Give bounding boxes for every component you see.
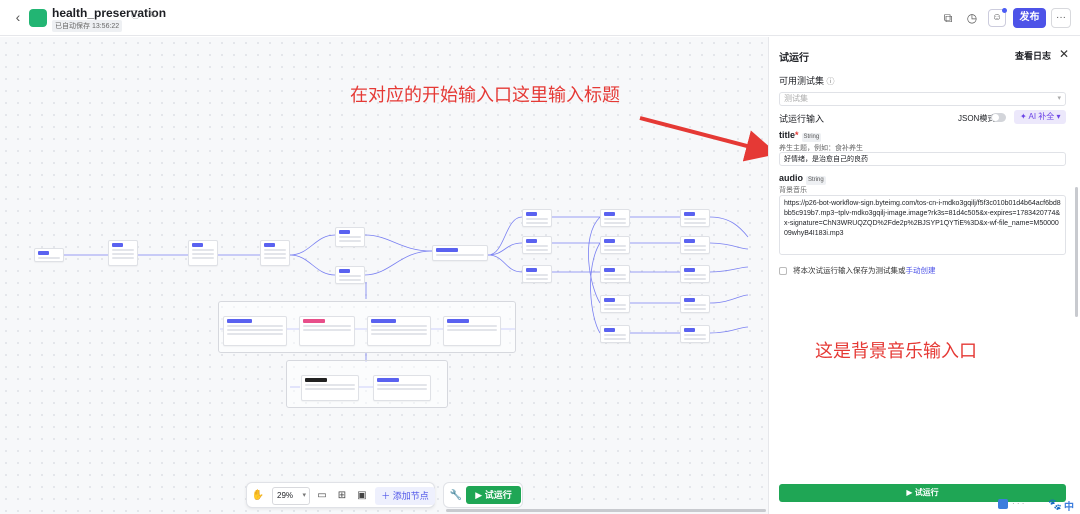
ime-indicator: · · · 🐾 中 bbox=[998, 497, 1080, 514]
manual-create-link[interactable]: 手动创建 bbox=[906, 266, 936, 275]
test-set-select[interactable]: 测试集 ▾ bbox=[779, 92, 1066, 106]
workflow-node[interactable] bbox=[301, 375, 359, 401]
workflow-node[interactable] bbox=[367, 316, 431, 346]
workflow-node[interactable] bbox=[108, 240, 138, 266]
workflow-node[interactable] bbox=[373, 375, 431, 401]
workflow-node[interactable] bbox=[522, 265, 552, 283]
canvas-toolbar: ✋ 29% ▾ ▭ ⊞ ▣ ＋ 添加节点 bbox=[246, 482, 435, 508]
test-run-panel: 试运行 查看日志 ✕ 可用测试集 ⓘ 测试集 ▾ 试运行输入 JSON模式 ✦ A… bbox=[768, 37, 1080, 514]
wrench-icon[interactable]: 🔧 bbox=[449, 489, 463, 503]
chevron-down-icon: ▾ bbox=[302, 492, 306, 499]
annotation-title-input: 在对应的开始输入口这里输入标题 bbox=[350, 85, 620, 105]
ime-logo-icon bbox=[998, 499, 1008, 509]
audio-name-text: audio bbox=[779, 173, 803, 183]
workflow-node[interactable] bbox=[600, 209, 630, 227]
ime-paw-icon: 🐾 bbox=[1048, 499, 1062, 511]
workflow-node[interactable] bbox=[443, 316, 501, 346]
workflow-node[interactable] bbox=[223, 316, 287, 346]
title-type-tag: String bbox=[801, 133, 822, 142]
close-icon[interactable]: ✕ bbox=[1059, 47, 1069, 61]
workflow-node[interactable] bbox=[335, 266, 365, 284]
workflow-node[interactable] bbox=[335, 227, 365, 247]
layout-icon[interactable]: ⊞ bbox=[335, 489, 349, 503]
test-set-label-text: 可用测试集 bbox=[779, 76, 825, 86]
save-as-test-set-checkbox[interactable] bbox=[779, 267, 787, 276]
copy-icon[interactable]: ⧉ bbox=[941, 11, 955, 25]
annotation-audio-input-text: 这是背景音乐输入口 bbox=[815, 341, 977, 361]
test-run-label: 试运行 bbox=[484, 490, 512, 500]
canvas-scrollbar[interactable] bbox=[446, 509, 766, 512]
audio-hint: 背景音乐 bbox=[779, 187, 807, 194]
workflow-node[interactable] bbox=[432, 245, 488, 261]
save-as-test-set-row: 将本次试运行输入保存为测试集或手动创建 bbox=[779, 265, 936, 276]
run-input-label: 试运行输入 bbox=[779, 114, 825, 124]
audio-input[interactable]: https://p26-bot-workflow-sign.byteimg.co… bbox=[779, 195, 1066, 255]
pointer-mode-icon[interactable]: ✋ bbox=[251, 489, 265, 503]
view-log-button[interactable]: 查看日志 bbox=[1015, 49, 1051, 62]
workflow-canvas[interactable]: 在对应的开始输入口这里输入标题 bbox=[0, 37, 768, 514]
publish-button[interactable]: 发布 bbox=[1013, 8, 1046, 28]
app-logo-icon bbox=[29, 9, 47, 27]
workflow-node[interactable] bbox=[299, 316, 355, 346]
ai-fill-label: AI 补全 bbox=[1028, 112, 1055, 121]
audio-type-tag: String bbox=[806, 176, 826, 185]
workflow-node[interactable] bbox=[522, 209, 552, 227]
top-bar: ‹ health_preservation ⓘ ✎ 已自动保存 13:56:22… bbox=[0, 0, 1080, 36]
workflow-node[interactable] bbox=[522, 236, 552, 254]
collaborators-icon[interactable]: ☺ bbox=[988, 8, 1007, 27]
test-run-button[interactable]: ▶ 试运行 bbox=[466, 486, 521, 504]
test-set-label: 可用测试集 ⓘ bbox=[779, 74, 835, 87]
workflow-node[interactable] bbox=[680, 265, 710, 283]
notification-dot bbox=[1002, 8, 1007, 13]
workflow-node[interactable] bbox=[600, 265, 630, 283]
json-mode-label: JSON模式 bbox=[958, 114, 996, 123]
workflow-node[interactable] bbox=[188, 240, 218, 266]
history-icon[interactable]: ◷ bbox=[965, 11, 979, 25]
ime-lang-label[interactable]: 中 bbox=[1064, 498, 1074, 513]
workflow-node[interactable] bbox=[600, 325, 630, 343]
workflow-node[interactable] bbox=[680, 209, 710, 227]
run-toolbar: 🔧 ▶ 试运行 bbox=[443, 482, 523, 508]
ime-toolbar-icons: · · · bbox=[1012, 499, 1025, 508]
loop-group[interactable] bbox=[218, 301, 516, 353]
workflow-node[interactable] bbox=[600, 295, 630, 313]
json-mode-toggle[interactable] bbox=[991, 113, 1006, 122]
add-node-label: 添加节点 bbox=[392, 491, 429, 501]
panel-scrollbar[interactable] bbox=[1075, 187, 1078, 317]
batch-group[interactable] bbox=[286, 360, 448, 408]
more-button[interactable]: ··· bbox=[1051, 8, 1071, 28]
workflow-node[interactable] bbox=[260, 240, 290, 266]
comment-icon[interactable]: ▭ bbox=[315, 489, 329, 503]
minimap-icon[interactable]: ▣ bbox=[355, 489, 369, 503]
zoom-select[interactable]: 29% ▾ bbox=[272, 487, 310, 505]
workflow-node[interactable] bbox=[600, 236, 630, 254]
ai-fill-button[interactable]: ✦ AI 补全 ▾ bbox=[1014, 110, 1066, 124]
zoom-value: 29% bbox=[277, 491, 294, 500]
title-name-text: title bbox=[779, 130, 796, 140]
workflow-connections bbox=[64, 216, 749, 388]
workflow-node[interactable] bbox=[680, 325, 710, 343]
audio-field-name: audio String bbox=[779, 173, 826, 185]
info-edit-icons[interactable]: ⓘ ✎ bbox=[131, 8, 159, 21]
chevron-down-icon: ▾ bbox=[1057, 95, 1061, 102]
title-field-name: title* String bbox=[779, 130, 822, 142]
panel-title: 试运行 bbox=[779, 53, 809, 64]
title-input[interactable]: 好情绪，是治愈自己的良药 bbox=[779, 152, 1066, 166]
add-node-button[interactable]: ＋ 添加节点 bbox=[375, 487, 435, 505]
workflow-node[interactable] bbox=[680, 236, 710, 254]
required-mark: * bbox=[795, 130, 799, 140]
test-set-placeholder: 测试集 bbox=[784, 94, 808, 103]
info-icon: ⓘ bbox=[826, 77, 835, 86]
save-checkbox-label: 将本次试运行输入保存为测试集或 bbox=[793, 266, 906, 275]
start-node[interactable] bbox=[34, 248, 64, 262]
workflow-node[interactable] bbox=[680, 295, 710, 313]
back-arrow-icon[interactable]: ‹ bbox=[10, 9, 26, 25]
panel-test-run-label: 试运行 bbox=[914, 488, 939, 497]
autosave-status: 已自动保存 13:56:22 bbox=[52, 20, 123, 32]
